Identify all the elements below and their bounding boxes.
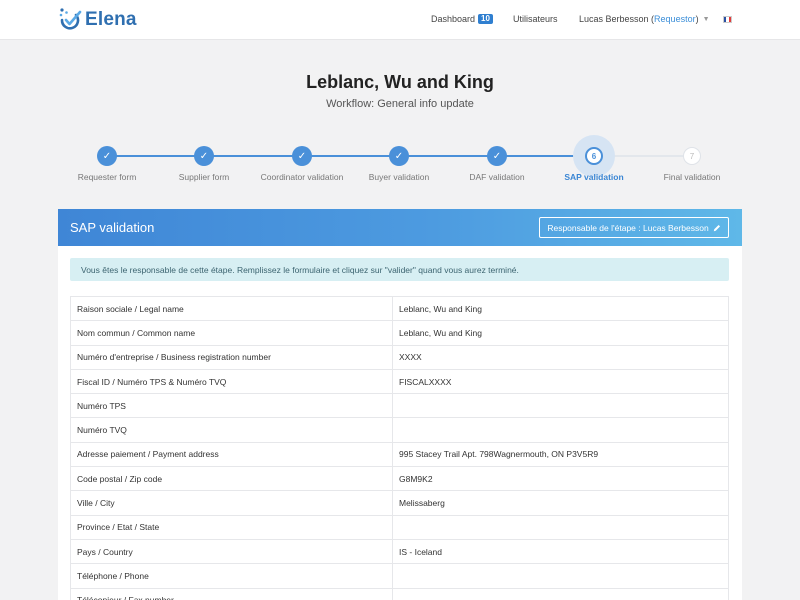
field-value — [392, 514, 729, 540]
table-row: Raison sociale / Legal name Leblanc, Wu a… — [70, 295, 729, 322]
field-label: Télécopieur / Fax number — [70, 587, 393, 600]
step-2-check-icon[interactable]: ✓ — [194, 146, 214, 166]
field-value: XXXX — [392, 344, 729, 370]
field-label: Numéro TPS — [70, 393, 393, 419]
user-role: Requestor — [654, 14, 696, 24]
user-name: Lucas Berbesson — [579, 14, 649, 24]
field-value: IS - Iceland — [392, 538, 729, 565]
app-logo[interactable]: Elena — [58, 7, 137, 33]
step-4-check-icon[interactable]: ✓ — [389, 146, 409, 166]
field-label: Ville / City — [70, 490, 393, 516]
step-4-label: Buyer validation — [368, 172, 430, 182]
table-row: Pays / Country IS - Iceland — [70, 538, 729, 565]
table-row: Ville / City Melissaberg — [70, 490, 729, 516]
step-panel: SAP validation Responsable de l'étape : … — [58, 209, 742, 600]
info-alert: Vous êtes le responsable de cette étape.… — [70, 258, 729, 281]
field-label: Code postal / Zip code — [70, 466, 393, 492]
stepper-progress-line — [107, 155, 594, 157]
table-row: Province / Etat / State — [70, 514, 729, 540]
nav-utilisateurs[interactable]: Utilisateurs — [513, 14, 558, 24]
field-label: Téléphone / Phone — [70, 563, 393, 589]
field-label: Nom commun / Common name — [70, 320, 393, 346]
step-5-label: DAF validation — [469, 172, 525, 182]
nav-dashboard-label: Dashboard — [431, 14, 476, 24]
elena-logo-icon — [59, 8, 82, 30]
table-row: Numéro TVQ — [70, 417, 729, 443]
field-label: Adresse paiement / Payment address — [70, 441, 393, 468]
dashboard-count-badge: 10 — [478, 14, 493, 24]
field-value: 995 Stacey Trail Apt. 798Wagnermouth, ON… — [392, 441, 729, 468]
supplier-info-table: Raison sociale / Legal name Leblanc, Wu a… — [70, 295, 729, 600]
step-2-label: Supplier form — [178, 172, 230, 182]
chevron-down-icon: ▼ — [702, 15, 710, 23]
field-value: Leblanc, Wu and King — [392, 295, 729, 322]
field-value: FISCALXXXX — [392, 368, 729, 395]
page-subtitle: Workflow: General info update — [326, 98, 474, 110]
step-owner-button[interactable]: Responsable de l'étape : Lucas Berbesson — [539, 217, 729, 238]
step-7-node[interactable]: 7 — [683, 147, 701, 165]
field-label: Numéro d'entreprise / Business registrat… — [70, 344, 393, 370]
user-menu[interactable]: Lucas Berbesson (Requestor) ▼ — [579, 14, 710, 24]
table-row: Télécopieur / Fax number — [70, 587, 729, 600]
field-value — [392, 563, 729, 589]
panel-header: SAP validation Responsable de l'étape : … — [58, 209, 742, 246]
app-name: Elena — [85, 9, 137, 30]
field-value: Melissaberg — [392, 490, 729, 516]
pencil-icon — [713, 224, 720, 231]
field-label: Province / Etat / State — [70, 514, 393, 540]
field-label: Numéro TVQ — [70, 417, 393, 443]
step-6-node[interactable]: 6 — [585, 147, 603, 165]
step-1-check-icon[interactable]: ✓ — [97, 146, 117, 166]
table-row: Numéro TPS — [70, 393, 729, 419]
step-3-check-icon[interactable]: ✓ — [292, 146, 312, 166]
step-5-check-icon[interactable]: ✓ — [487, 146, 507, 166]
field-label: Pays / Country — [70, 538, 393, 565]
table-row: Code postal / Zip code G8M9K2 — [70, 466, 729, 492]
flag-fr-icon[interactable] — [723, 16, 732, 23]
step-owner-label: Responsable de l'étape : Lucas Berbesson — [547, 222, 709, 233]
field-value — [392, 417, 729, 443]
table-row: Fiscal ID / Numéro TPS & Numéro TVQ FISCA… — [70, 368, 729, 395]
table-row: Nom commun / Common name Leblanc, Wu and … — [70, 320, 729, 346]
table-row: Adresse paiement / Payment address 995 St… — [70, 441, 729, 468]
table-row: Téléphone / Phone — [70, 563, 729, 589]
page-title: Leblanc, Wu and King — [306, 72, 494, 92]
nav-dashboard[interactable]: Dashboard 10 — [431, 14, 493, 24]
step-6-label: SAP validation — [564, 172, 624, 182]
step-1-label: Requester form — [77, 172, 137, 182]
nav-utilisateurs-label: Utilisateurs — [513, 14, 558, 24]
field-value: Leblanc, Wu and King — [392, 320, 729, 346]
step-3-label: Coordinator validation — [260, 172, 344, 182]
step-7-label: Final validation — [663, 172, 721, 182]
field-label: Fiscal ID / Numéro TPS & Numéro TVQ — [70, 368, 393, 395]
field-value — [392, 393, 729, 419]
field-label: Raison sociale / Legal name — [70, 295, 393, 322]
panel-title: SAP validation — [70, 220, 155, 235]
field-value — [392, 587, 729, 600]
field-value: G8M9K2 — [392, 466, 729, 492]
table-row: Numéro d'entreprise / Business registrat… — [70, 344, 729, 370]
top-navbar: Elena Dashboard 10 Utilisateurs Lucas Be… — [0, 0, 800, 40]
